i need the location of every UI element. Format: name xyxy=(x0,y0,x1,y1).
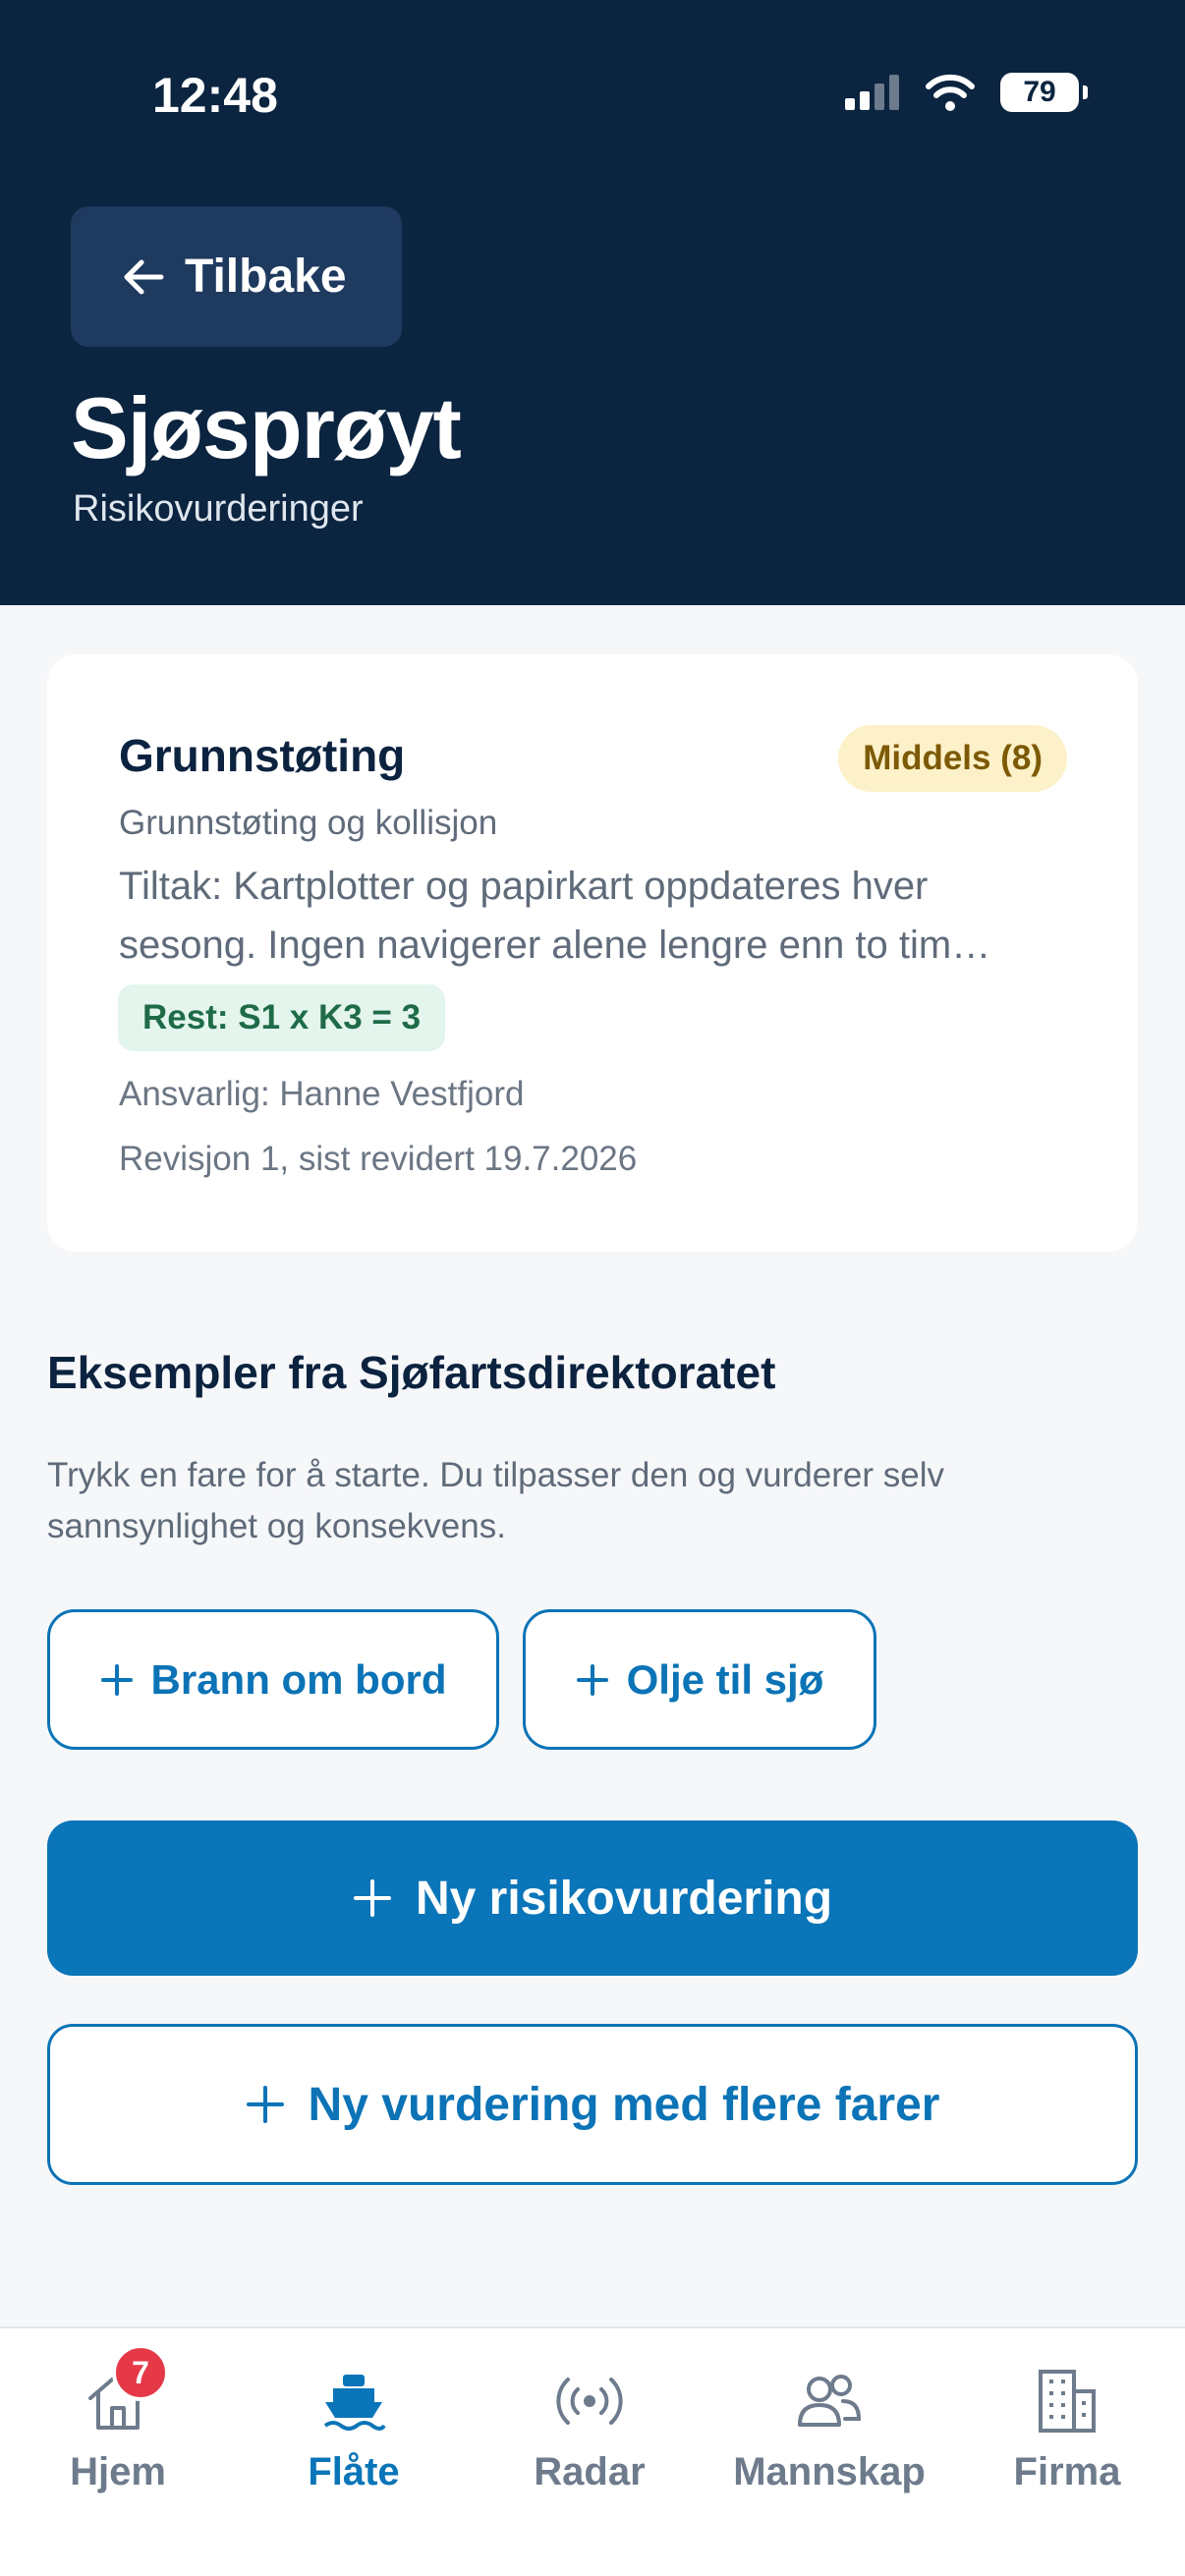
plus-icon xyxy=(576,1663,608,1696)
signal-icon xyxy=(845,75,899,110)
example-chip-label: Olje til sjø xyxy=(626,1655,824,1703)
boat-icon xyxy=(323,2375,386,2431)
status-icons: 79 xyxy=(845,73,1088,112)
app-header: 12:48 79 Tilbake Sjøsprøyt Risikovurderi… xyxy=(0,0,1185,605)
risk-title: Grunnstøting xyxy=(119,730,406,781)
example-chip-label: Brann om bord xyxy=(150,1655,447,1703)
bottom-tab-bar: 7 Hjem Flåte Radar Mannskap Firma xyxy=(0,2326,1185,2576)
risk-revision: Revisjon 1, sist revidert 19.7.2026 xyxy=(119,1140,638,1178)
plus-icon xyxy=(353,1879,391,1917)
example-chip-oil[interactable]: Olje til sjø xyxy=(523,1609,876,1750)
radar-icon xyxy=(556,2378,623,2425)
risk-level-badge: Middels (8) xyxy=(838,725,1067,792)
risk-action-line-1: Tiltak: Kartplotter og papirkart oppdate… xyxy=(119,865,929,908)
example-chip-fire[interactable]: Brann om bord xyxy=(47,1609,499,1750)
plus-icon xyxy=(100,1663,133,1696)
examples-description: Trykk en fare for å starte. Du tilpasser… xyxy=(47,1456,944,1545)
risk-assessment-card[interactable]: Grunnstøting Middels (8) Grunnstøting og… xyxy=(47,654,1138,1252)
battery-indicator: 79 xyxy=(1000,73,1088,112)
new-multi-hazard-assessment-button[interactable]: Ny vurdering med flere farer xyxy=(47,2024,1138,2185)
tab-label: Mannskap xyxy=(733,2450,926,2493)
risk-action-text: Tiltak: Kartplotter og papirkart oppdate… xyxy=(119,857,1062,975)
risk-action-line-2: sesong. Ingen navigerer alene lengre enn… xyxy=(119,924,991,967)
examples-title: Eksempler fra Sjøfartsdirektoratet xyxy=(47,1347,776,1398)
tab-label: Radar xyxy=(534,2450,646,2493)
page-title: Sjøsprøyt xyxy=(71,379,462,476)
wifi-icon xyxy=(926,74,975,111)
risk-responsible: Ansvarlig: Hanne Vestfjord xyxy=(119,1075,525,1113)
tab-fleet[interactable]: Flåte xyxy=(236,2362,472,2494)
tab-crew[interactable]: Mannskap xyxy=(711,2362,947,2494)
back-label: Tilbake xyxy=(185,251,347,303)
new-multi-hazard-label: Ny vurdering med flere farer xyxy=(308,2078,940,2131)
crew-icon xyxy=(798,2375,862,2427)
new-risk-assessment-button[interactable]: Ny risikovurdering xyxy=(47,1820,1138,1976)
page-subtitle: Risikovurderinger xyxy=(73,488,364,530)
tab-radar[interactable]: Radar xyxy=(472,2362,707,2494)
residual-risk-badge: Rest: S1 x K3 = 3 xyxy=(118,984,446,1051)
plus-icon xyxy=(246,2086,284,2123)
building-icon xyxy=(1039,2370,1096,2433)
back-button[interactable]: Tilbake xyxy=(71,206,402,347)
new-risk-assessment-label: Ny risikovurdering xyxy=(415,1872,833,1925)
risk-category: Grunnstøting og kollisjon xyxy=(119,804,498,842)
tab-home[interactable]: 7 Hjem xyxy=(0,2344,236,2494)
tab-label: Hjem xyxy=(70,2450,166,2493)
notification-badge: 7 xyxy=(112,2344,169,2401)
tab-label: Flåte xyxy=(308,2450,400,2493)
tab-company[interactable]: Firma xyxy=(949,2362,1185,2494)
arrow-left-icon xyxy=(124,259,164,294)
tab-label: Firma xyxy=(1013,2450,1121,2493)
status-time: 12:48 xyxy=(152,68,278,123)
